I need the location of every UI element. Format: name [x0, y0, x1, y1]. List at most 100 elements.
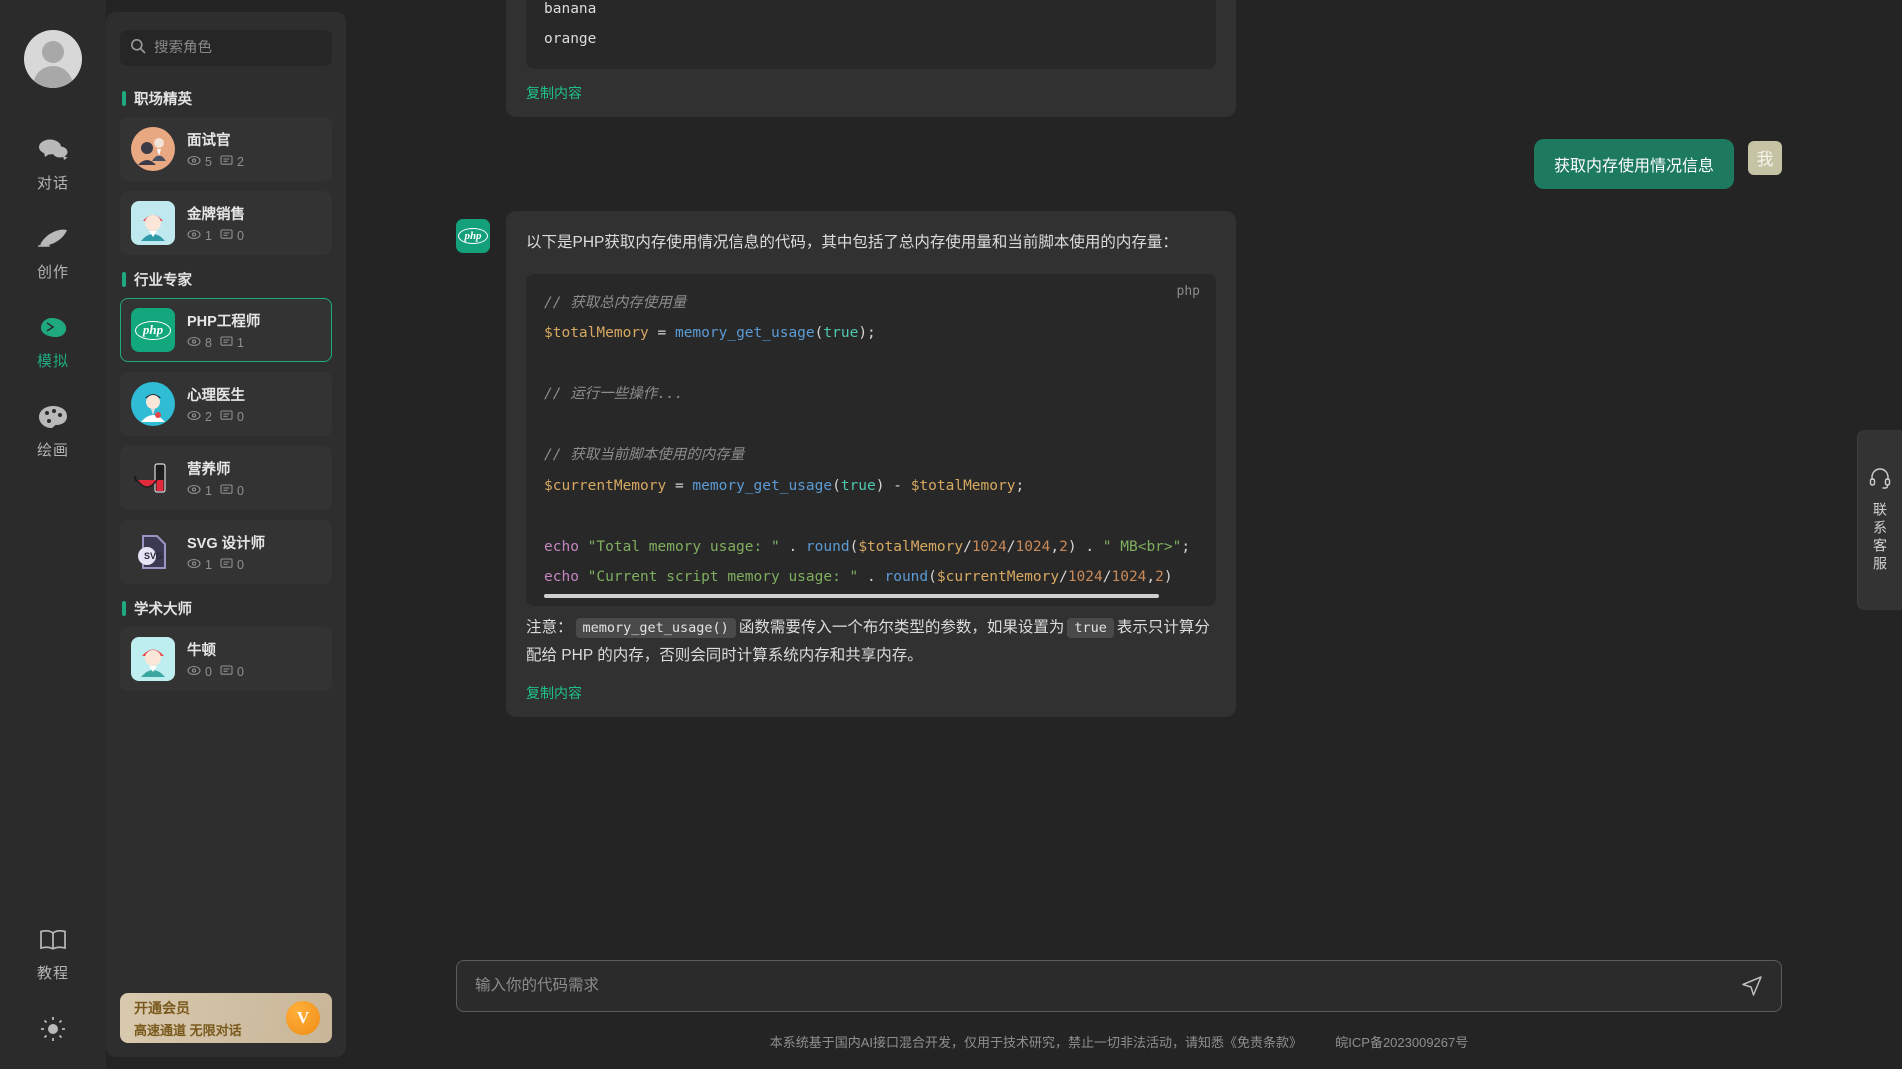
eye-icon	[187, 410, 201, 424]
role-stats: 2 0	[187, 410, 245, 424]
view-count: 5	[187, 155, 212, 169]
eye-icon	[187, 484, 201, 498]
php-logo-text: php	[458, 227, 488, 244]
sidebar-item-simulate[interactable]: 模拟	[9, 312, 97, 371]
footer-disclaimer: 本系统基于国内AI接口混合开发，仅用于技术研究，禁止一切非法活动，请知悉《免责条…	[769, 1035, 1303, 1050]
copy-content-button[interactable]: 复制内容	[526, 683, 582, 703]
send-icon[interactable]	[1741, 975, 1763, 997]
sidebar-item-chat[interactable]: 对话	[9, 134, 97, 193]
avatar[interactable]	[24, 30, 82, 88]
contact-support-tab[interactable]: 联系客服	[1858, 430, 1902, 610]
section-accent-bar	[122, 272, 126, 287]
vip-text: 开通会员 高速通道 无限对话	[134, 998, 242, 1039]
bot-avatar-php: php	[456, 218, 490, 253]
comment-icon	[220, 484, 233, 498]
sidebar-item-draw[interactable]: 绘画	[9, 401, 97, 460]
composer[interactable]	[456, 960, 1782, 1012]
note-prefix: 注意：	[526, 619, 573, 637]
theme-toggle-button[interactable]	[9, 1013, 97, 1051]
comment-count-value: 0	[236, 558, 244, 572]
role-stats: 5 2	[187, 155, 244, 169]
role-avatar-sales	[131, 201, 175, 245]
sidebar-item-label: 对话	[36, 175, 69, 192]
inline-code-memory-get-usage: memory_get_usage()	[575, 618, 736, 639]
comment-count-value: 0	[236, 229, 244, 243]
role-card-newton[interactable]: 牛顿 0 0	[120, 627, 332, 691]
view-count-value: 1	[205, 229, 212, 243]
comment-count: 0	[220, 665, 244, 679]
bot-bubble-partial: banana orange 复制内容	[506, 0, 1236, 117]
comment-icon	[220, 229, 233, 243]
contact-support-label: 联系客服	[1872, 501, 1888, 574]
view-count: 8	[187, 336, 212, 350]
role-card-sales[interactable]: 金牌销售 1 0	[120, 191, 332, 255]
role-card-interviewer[interactable]: 面试官 5 2	[120, 117, 332, 181]
eye-icon	[187, 336, 201, 350]
view-count-value: 2	[205, 410, 212, 424]
view-count-value: 0	[205, 665, 212, 679]
svg-text:SVG: SVG	[144, 551, 163, 561]
palette-icon	[38, 401, 68, 433]
message-list[interactable]: banana orange 复制内容 获取内存使用情况信息 我 php 以下是P…	[346, 0, 1902, 960]
comment-count: 0	[220, 229, 244, 243]
search-box[interactable]	[120, 30, 332, 66]
section-accent-bar	[122, 601, 126, 616]
copy-content-button[interactable]: 复制内容	[526, 83, 582, 103]
sun-icon	[39, 1013, 67, 1045]
role-stats: 1 0	[187, 484, 244, 498]
left-nav-rail: 对话 创作 模拟 绘画 教程	[0, 0, 106, 1069]
search-input[interactable]	[154, 40, 322, 56]
role-card-nutritionist[interactable]: 营养师 1 0	[120, 446, 332, 510]
role-avatar-interviewer	[131, 127, 175, 171]
role-name: 心理医生	[187, 388, 245, 404]
comment-count-value: 0	[236, 484, 244, 498]
comment-icon	[220, 155, 233, 169]
comment-count: 0	[220, 484, 244, 498]
code-line: banana	[544, 1, 597, 17]
view-count-value: 8	[205, 336, 212, 350]
bot-intro-text: 以下是PHP获取内存使用情况信息的代码，其中包括了总内存使用量和当前脚本使用的内…	[526, 233, 1178, 251]
role-meta: PHP工程师 8 1	[187, 310, 260, 350]
vip-upgrade-banner[interactable]: 开通会员 高速通道 无限对话 V	[120, 993, 332, 1043]
code-line: orange	[544, 31, 597, 48]
note-mid: 函数需要传入一个布尔类型的参数，如果设置为	[738, 619, 1065, 637]
role-name: 牛顿	[187, 643, 216, 659]
message-bot-previous: banana orange 复制内容	[456, 0, 1782, 117]
role-avatar-php: php	[131, 308, 175, 352]
message-input[interactable]	[475, 977, 1731, 995]
code-horizontal-scrollbar[interactable]	[544, 594, 1159, 599]
search-icon	[130, 38, 146, 59]
chat-bubbles-icon	[38, 134, 68, 166]
role-card-svg-designer[interactable]: SVG SVG 设计师 1 0	[120, 520, 332, 584]
sidebar-item-label: 绘画	[36, 442, 69, 459]
comment-icon	[220, 558, 233, 572]
section-header: 行业专家	[122, 269, 332, 290]
role-meta: 心理医生 2 0	[187, 384, 245, 424]
view-count: 1	[187, 484, 212, 498]
footer-icp: 皖ICP备2023009267号	[1335, 1035, 1469, 1050]
comment-count-value: 0	[236, 665, 244, 679]
role-name: 营养师	[187, 462, 231, 478]
role-name: PHP工程师	[187, 314, 261, 330]
role-list[interactable]: 职场精英 面试官 5 2 金牌销售 1 0 行业专家 php PHP工程师 8 …	[106, 74, 346, 993]
role-card-psychologist[interactable]: 心理医生 2 0	[120, 372, 332, 436]
view-count: 0	[187, 665, 212, 679]
user-avatar: 我	[1748, 140, 1782, 175]
avatar-head-shape	[42, 41, 64, 63]
role-meta: 营养师 1 0	[187, 458, 244, 498]
bot-bubble: 以下是PHP获取内存使用情况信息的代码，其中包括了总内存使用量和当前脚本使用的内…	[506, 210, 1236, 717]
role-card-php-engineer[interactable]: php PHP工程师 8 1	[120, 298, 332, 362]
role-stats: 0 0	[187, 665, 244, 679]
comment-count: 2	[220, 155, 244, 169]
sidebar-item-tutorial[interactable]: 教程	[9, 924, 97, 983]
role-stats: 1 0	[187, 558, 265, 572]
message-bot: php 以下是PHP获取内存使用情况信息的代码，其中包括了总内存使用量和当前脚本…	[456, 210, 1782, 717]
code-block[interactable]: php // 获取总内存使用量 $totalMemory = memory_ge…	[526, 274, 1216, 607]
view-count-value: 1	[205, 558, 212, 572]
role-avatar-nutritionist	[131, 456, 175, 500]
brain-icon	[37, 312, 69, 344]
sidebar-item-create[interactable]: 创作	[9, 223, 97, 282]
eye-icon	[187, 229, 201, 243]
comment-icon	[220, 665, 233, 679]
section-accent-bar	[122, 91, 126, 106]
